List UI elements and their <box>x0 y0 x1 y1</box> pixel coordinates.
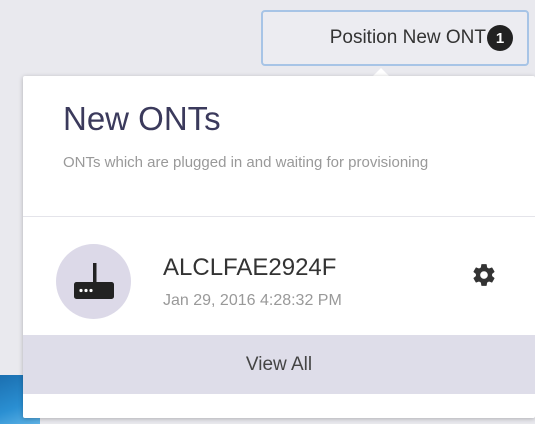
view-all-button[interactable]: View All <box>23 335 535 394</box>
gear-icon[interactable] <box>471 262 497 288</box>
ont-timestamp: Jan 29, 2016 4:28:32 PM <box>163 292 342 309</box>
panel-subtitle: ONTs which are plugged in and waiting fo… <box>63 154 429 171</box>
ont-list-item[interactable]: ALCLFAE2924F Jan 29, 2016 4:28:32 PM <box>23 217 535 335</box>
ont-serial: ALCLFAE2924F <box>163 254 337 281</box>
router-icon <box>74 263 114 299</box>
position-new-ont-label: Position New ONT <box>329 27 486 48</box>
ont-avatar <box>56 244 131 319</box>
panel-title: New ONTs <box>63 100 221 137</box>
position-new-ont-button[interactable]: Position New ONT 1 <box>261 10 529 66</box>
new-ont-count-badge: 1 <box>487 25 513 51</box>
new-onts-dropdown: New ONTs ONTs which are plugged in and w… <box>23 76 535 418</box>
